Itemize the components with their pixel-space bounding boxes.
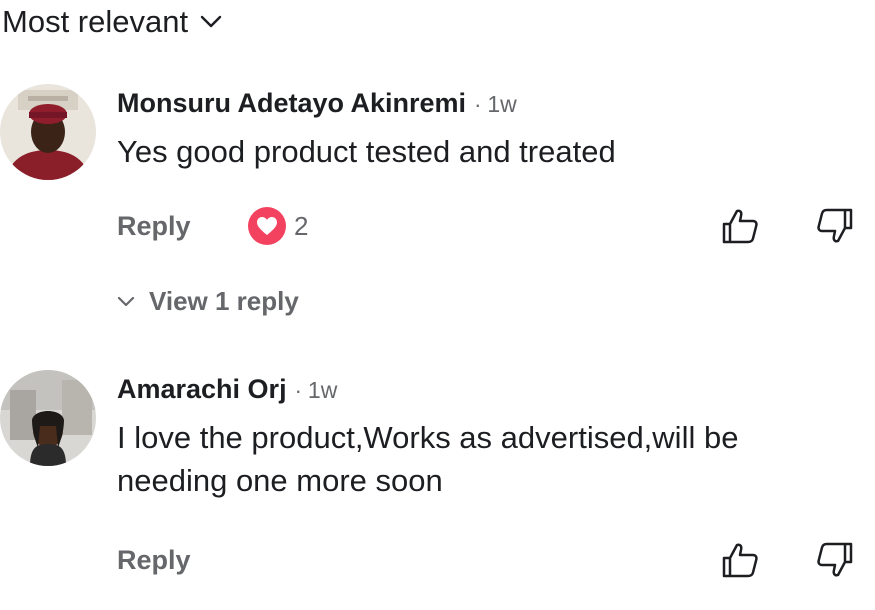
reply-button[interactable]: Reply xyxy=(117,211,191,242)
sort-dropdown[interactable]: Most relevant xyxy=(2,4,222,40)
author-name[interactable]: Monsuru Adetayo Akinremi xyxy=(117,88,466,119)
thumbs-down-icon[interactable] xyxy=(815,206,855,246)
heart-icon xyxy=(257,217,277,235)
chevron-down-icon xyxy=(200,15,222,28)
reaction-count: 2 xyxy=(294,210,309,241)
comments-section: Most relevant Monsuru Adetayo Akinremi ·… xyxy=(0,0,875,610)
thumbs-up-icon[interactable] xyxy=(720,540,760,580)
sort-label: Most relevant xyxy=(2,4,189,39)
reply-button[interactable]: Reply xyxy=(117,545,191,576)
separator-dot: · xyxy=(474,92,482,117)
author-name[interactable]: Amarachi Orj xyxy=(117,374,287,405)
comment-text: I love the product,Works as advertised,w… xyxy=(117,420,739,498)
comment-header: Monsuru Adetayo Akinremi · 1w xyxy=(117,88,517,119)
reaction-summary[interactable]: 2 xyxy=(248,207,308,245)
timestamp[interactable]: 1w xyxy=(487,91,516,118)
view-replies-button[interactable]: View 1 reply xyxy=(117,286,299,317)
thumbs-down-icon[interactable] xyxy=(815,540,855,580)
comment-header: Amarachi Orj · 1w xyxy=(117,374,337,405)
thumbs-up-icon[interactable] xyxy=(720,206,760,246)
avatar[interactable] xyxy=(0,370,96,466)
view-replies-label: View 1 reply xyxy=(149,286,299,316)
heart-reaction-badge xyxy=(248,207,286,245)
avatar[interactable] xyxy=(0,84,96,180)
separator-dot: · xyxy=(294,378,302,403)
timestamp[interactable]: 1w xyxy=(308,377,337,404)
comment-text: Yes good product tested and treated xyxy=(117,134,616,169)
chevron-down-icon xyxy=(117,296,135,306)
